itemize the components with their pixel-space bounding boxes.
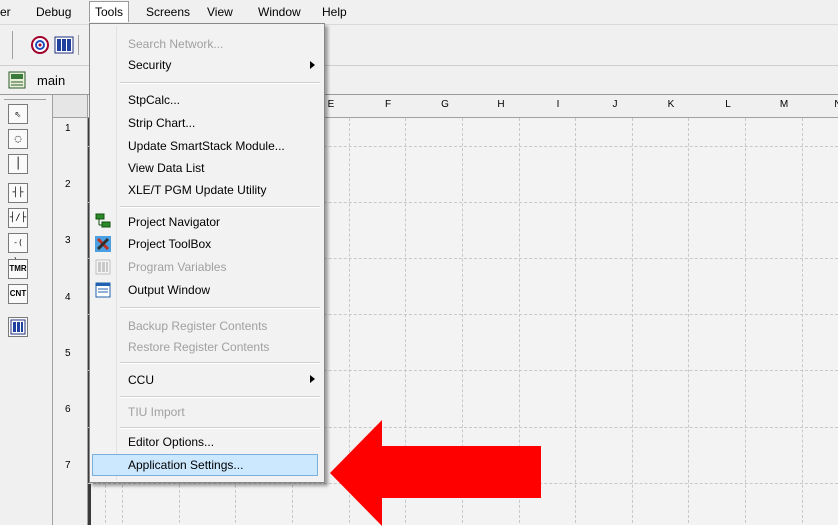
menu-screens[interactable]: Screens xyxy=(146,5,190,19)
coil-icon[interactable]: -( )- xyxy=(8,233,28,265)
menu-item-project-navigator[interactable]: Project Navigator xyxy=(128,215,220,229)
menu-item-application-settings[interactable]: Application Settings... xyxy=(128,458,243,472)
project-toolbox-icon xyxy=(95,236,111,252)
column-label: M xyxy=(779,99,789,110)
timer-icon[interactable]: TMR xyxy=(8,259,28,279)
menu-item-output-window[interactable]: Output Window xyxy=(128,283,210,297)
grid-vline xyxy=(688,118,689,525)
menu-separator xyxy=(120,206,320,208)
menu-bar: er Debug Tools Screens View Window Help xyxy=(0,0,838,25)
menu-view[interactable]: View xyxy=(207,5,233,19)
column-label: H xyxy=(497,99,505,110)
column-label: N xyxy=(834,99,838,110)
menu-item-backup-register: Backup Register Contents xyxy=(128,319,268,333)
target-icon[interactable] xyxy=(30,35,50,55)
menu-item-view-data-list[interactable]: View Data List xyxy=(128,161,204,175)
menu-tools[interactable]: Tools xyxy=(89,1,130,22)
column-label: G xyxy=(441,99,449,110)
menu-item-tiu-import: TIU Import xyxy=(128,405,185,419)
toolbar-grip xyxy=(12,31,13,59)
menu-item-restore-register: Restore Register Contents xyxy=(128,340,270,354)
menu-help[interactable]: Help xyxy=(322,5,347,19)
grid-vline xyxy=(575,118,576,525)
instruction-palette: ⇖ ◌ │ ┤├ ┤/├ -( )- TMR CNT xyxy=(0,95,53,525)
data-table-icon[interactable] xyxy=(54,35,74,55)
column-label: J xyxy=(612,99,618,110)
submenu-arrow-icon xyxy=(310,61,315,69)
rung-number: 3 xyxy=(65,235,71,246)
project-navigator-icon xyxy=(95,213,111,229)
menu-separator xyxy=(120,307,320,309)
submenu-arrow-icon xyxy=(310,375,315,383)
grid-vline xyxy=(632,118,633,525)
output-window-icon xyxy=(95,282,111,298)
menu-separator xyxy=(120,396,320,398)
rung-number: 2 xyxy=(65,179,71,190)
menu-item-ccu[interactable]: CCU xyxy=(128,373,154,387)
rung-number: 7 xyxy=(65,460,71,471)
grid-vline xyxy=(802,118,803,525)
menu-item-security[interactable]: Security xyxy=(128,58,171,72)
menu-item-update-smartstack[interactable]: Update SmartStack Module... xyxy=(128,139,285,153)
tools-menu: Search Network... Security StpCalc... St… xyxy=(89,23,325,483)
menu-separator xyxy=(120,427,320,429)
rung-number: 6 xyxy=(65,404,71,415)
tab-main[interactable]: main xyxy=(37,73,65,88)
pointer-icon[interactable]: ⇖ xyxy=(8,104,28,124)
palette-top-border xyxy=(4,99,46,100)
column-label: L xyxy=(725,99,731,110)
red-arrow-annotation xyxy=(330,418,545,528)
menu-window[interactable]: Window xyxy=(258,5,301,19)
contact-nc-icon[interactable]: ┤/├ xyxy=(8,208,28,228)
rung-number: 4 xyxy=(65,292,71,303)
menu-item-strip-chart[interactable]: Strip Chart... xyxy=(128,116,195,130)
menu-item-xle-pgm-update[interactable]: XLE/T PGM Update Utility xyxy=(128,183,267,197)
comment-icon[interactable]: ◌ xyxy=(8,129,28,149)
column-label: I xyxy=(556,99,560,110)
program-variables-icon xyxy=(95,259,111,275)
rung-number: 5 xyxy=(65,348,71,359)
menu-gutter xyxy=(116,26,117,480)
ladder-program-icon xyxy=(8,71,26,89)
menu-separator xyxy=(120,362,320,364)
menu-item-editor-options[interactable]: Editor Options... xyxy=(128,435,214,449)
menu-debug[interactable]: Debug xyxy=(36,5,71,19)
rung-number: 1 xyxy=(65,123,71,134)
contact-no-icon[interactable]: ┤├ xyxy=(8,183,28,203)
counter-icon[interactable]: CNT xyxy=(8,284,28,304)
rung-number-column: 1 2 3 4 5 6 7 xyxy=(53,95,88,525)
function-block-icon[interactable] xyxy=(8,317,28,337)
menu-item-project-toolbox[interactable]: Project ToolBox xyxy=(128,237,211,251)
grid-vline xyxy=(745,118,746,525)
column-label: F xyxy=(384,99,392,110)
menu-item-partial[interactable]: er xyxy=(0,5,11,19)
menu-item-search-network: Search Network... xyxy=(128,37,224,51)
menu-separator xyxy=(120,82,320,84)
menu-item-stpcalc[interactable]: StpCalc... xyxy=(128,93,180,107)
wire-icon[interactable]: │ xyxy=(8,154,28,174)
column-label: K xyxy=(667,99,675,110)
menu-item-program-variables: Program Variables xyxy=(128,260,227,274)
corner-header xyxy=(53,95,87,118)
